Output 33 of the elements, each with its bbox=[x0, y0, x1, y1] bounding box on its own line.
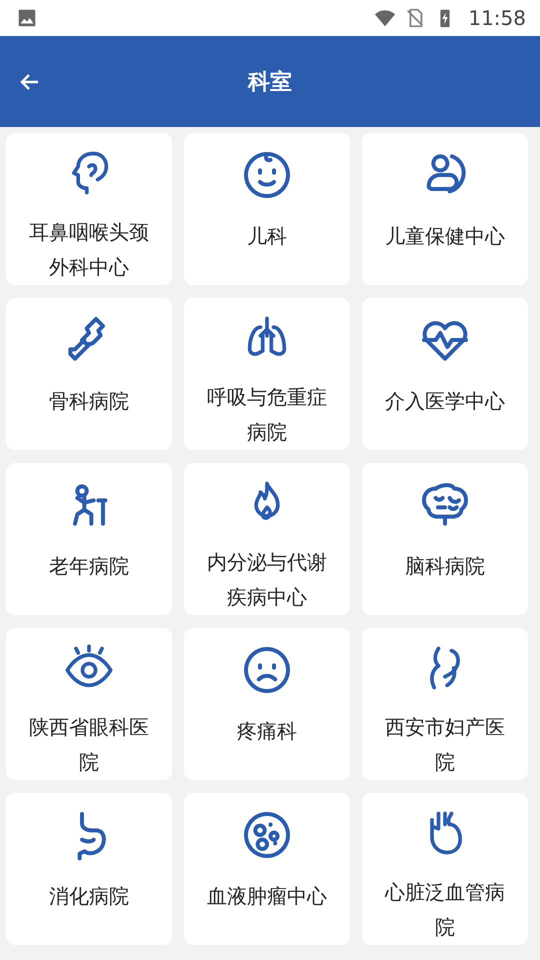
page-title: 科室 bbox=[248, 68, 292, 96]
department-name: 西安市妇产医院 bbox=[384, 714, 506, 776]
department-name: 耳鼻咽喉头颈外科中心 bbox=[28, 219, 150, 281]
department-card[interactable]: 西安市妇产医院 bbox=[362, 628, 528, 780]
department-name: 心脏泛血管病院 bbox=[384, 879, 506, 941]
department-name: 老年病院 bbox=[48, 553, 130, 580]
department-name: 内分泌与代谢疾病中心 bbox=[206, 549, 328, 611]
department-card[interactable]: 骨科病院 bbox=[6, 298, 172, 450]
department-name: 陕西省眼科医院 bbox=[28, 714, 150, 776]
department-name: 呼吸与危重症病院 bbox=[206, 384, 328, 446]
department-name: 血液肿瘤中心 bbox=[206, 883, 328, 910]
department-card[interactable]: 呼吸与危重症病院 bbox=[184, 298, 350, 450]
department-name: 消化病院 bbox=[48, 883, 130, 910]
department-name: 脑科病院 bbox=[404, 553, 486, 580]
department-card[interactable]: 陕西省眼科医院 bbox=[6, 628, 172, 780]
department-card[interactable]: 介入医学中心 bbox=[362, 298, 528, 450]
department-name: 介入医学中心 bbox=[384, 388, 506, 415]
department-name: 疼痛科 bbox=[236, 718, 298, 745]
image-icon bbox=[16, 7, 38, 29]
department-name: 儿科 bbox=[246, 223, 288, 250]
department-card[interactable]: 疼痛科 bbox=[184, 628, 350, 780]
department-card[interactable]: 内分泌与代谢疾病中心 bbox=[184, 463, 350, 615]
department-card[interactable]: 心脏泛血管病院 bbox=[362, 793, 528, 945]
department-name: 骨科病院 bbox=[48, 388, 130, 415]
department-card[interactable]: 耳鼻咽喉头颈外科中心 bbox=[6, 133, 172, 285]
department-card[interactable]: 消化病院 bbox=[6, 793, 172, 945]
clock-time: 11:58 bbox=[468, 6, 526, 30]
department-card[interactable]: 血液肿瘤中心 bbox=[184, 793, 350, 945]
department-card[interactable]: 儿童保健中心 bbox=[362, 133, 528, 285]
department-name: 儿童保健中心 bbox=[384, 223, 506, 250]
department-card[interactable]: 老年病院 bbox=[6, 463, 172, 615]
department-card[interactable]: 儿科 bbox=[184, 133, 350, 285]
department-card[interactable]: 脑科病院 bbox=[362, 463, 528, 615]
